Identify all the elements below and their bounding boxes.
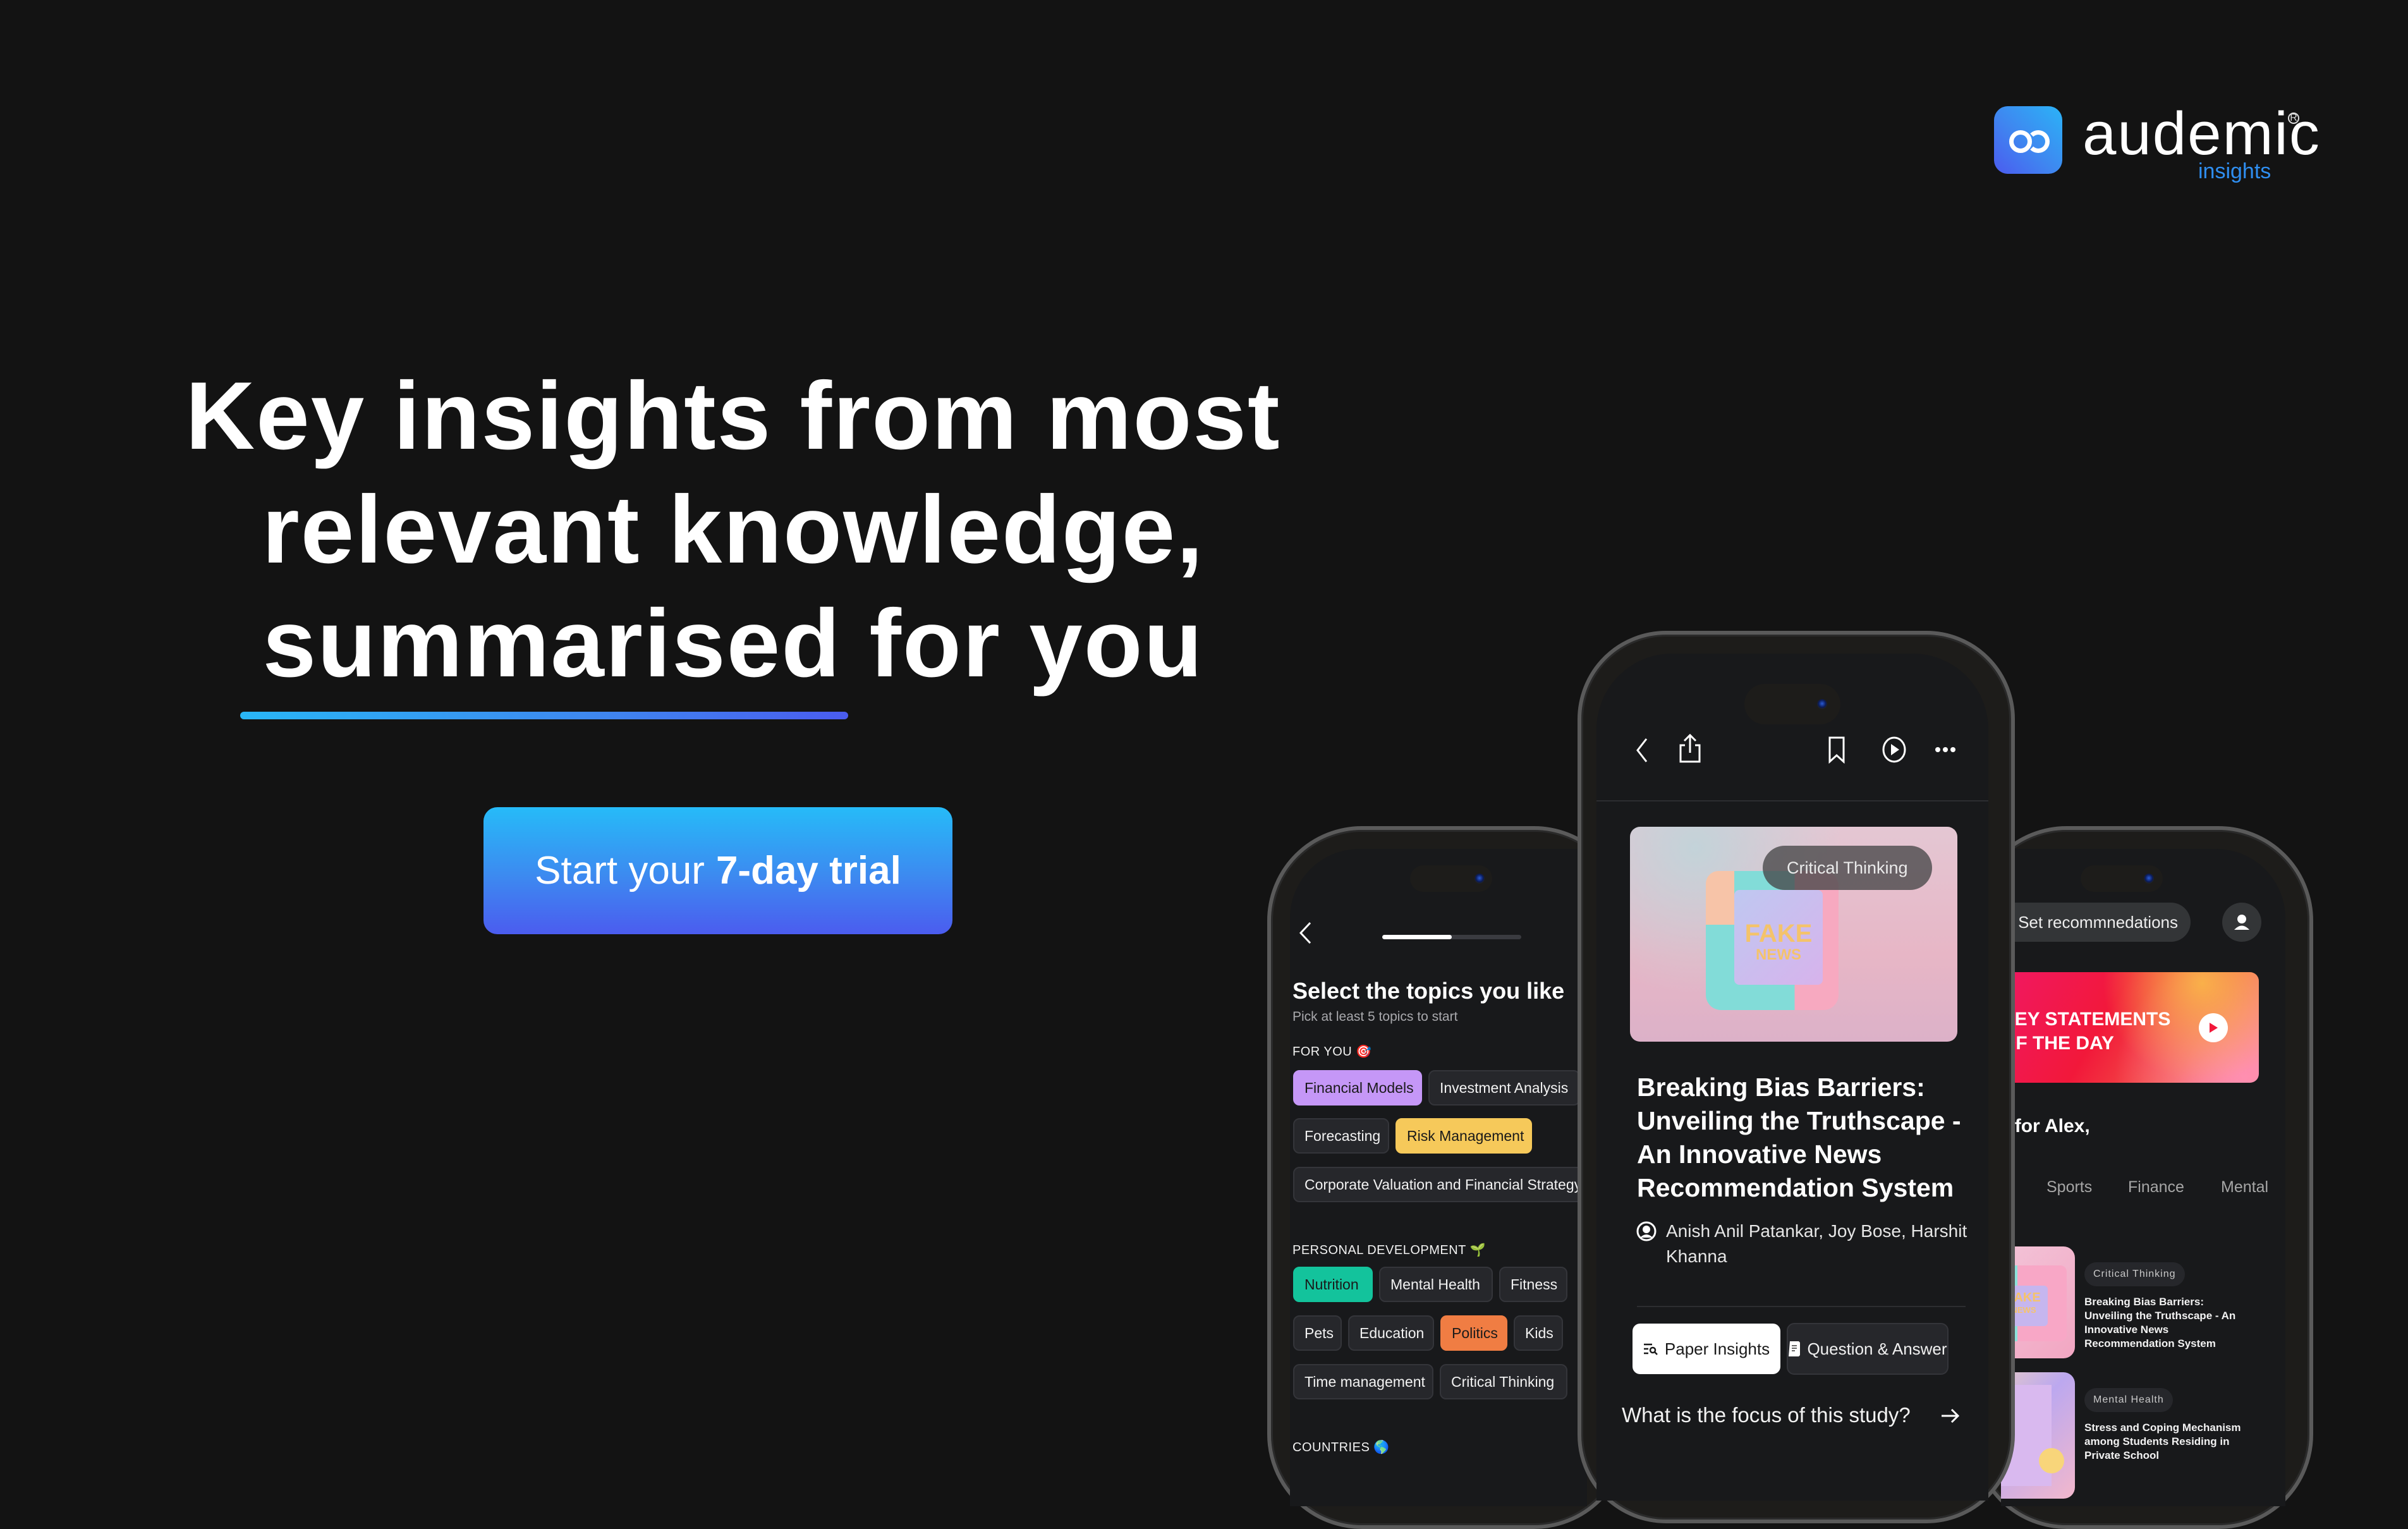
topics-subtitle: Pick at least 5 topics to start	[1292, 1009, 1458, 1024]
headline-underline	[240, 712, 848, 719]
play-icon[interactable]	[1880, 733, 1908, 766]
cover-text: FAKE NEWS	[1744, 920, 1813, 963]
phone-home-mockup: Set recommnedations KEY STATEMENTS OF TH…	[1972, 826, 2313, 1529]
camera-icon	[1475, 874, 1485, 884]
topic-chip-critical-thinking[interactable]: Critical Thinking	[1440, 1364, 1567, 1399]
category-sports[interactable]: Sports	[2046, 1178, 2092, 1197]
paper-screen: FAKE NEWS Critical Thinking Breaking Bia…	[1596, 654, 1988, 1501]
phone-paper-mockup: FAKE NEWS Critical Thinking Breaking Bia…	[1578, 631, 2015, 1523]
cta-prefix: Start your	[535, 849, 705, 892]
category-finance[interactable]: Finance	[2128, 1178, 2184, 1197]
more-icon[interactable]	[1933, 738, 1958, 761]
topics-screen: Select the topics you like Pick at least…	[1290, 849, 1587, 1506]
section-countries: COUNTRIES 🌎	[1292, 1441, 1390, 1454]
feed-tag: Critical Thinking	[2084, 1262, 2185, 1286]
bookmark-icon[interactable]	[1825, 732, 1848, 767]
back-icon[interactable]	[1629, 734, 1655, 766]
headline-line: Key insights from most	[185, 362, 1281, 470]
paper-title: Breaking Bias Barriers: Unveiling the Tr…	[1637, 1073, 1961, 1202]
feed-title[interactable]: Breaking Bias Barriers: Unveiling the Tr…	[2084, 1295, 2255, 1351]
feed-tag: Mental Health	[2084, 1388, 2173, 1412]
banner-title: KEY STATEMENTS OF THE DAY	[2001, 1009, 2171, 1054]
paper-category-tag: Critical Thinking	[1763, 846, 1932, 890]
topic-chip-corporate-valuation[interactable]: Corporate Valuation and Financial Strate…	[1293, 1167, 1587, 1202]
topic-chip-pets[interactable]: Pets	[1293, 1315, 1342, 1351]
category-mental[interactable]: Mental	[2221, 1178, 2268, 1197]
document-icon	[1789, 1341, 1801, 1356]
paper-authors: Anish Anil Patankar, Joy Bose, Harshit K…	[1666, 1221, 1967, 1266]
tab-paper-insights[interactable]: Paper Insights	[1633, 1324, 1780, 1374]
suggested-question[interactable]: What is the focus of this study?	[1622, 1403, 1911, 1427]
audemic-logo-icon[interactable]	[1994, 106, 2062, 174]
topic-chip-forecasting[interactable]: Forecasting	[1293, 1118, 1389, 1154]
registered-mark: R	[2288, 113, 2299, 124]
tab-label: Question & Answer	[1807, 1339, 1947, 1358]
arrow-right-icon[interactable]	[1938, 1403, 1963, 1428]
camera-icon	[2144, 874, 2154, 884]
headline-line: relevant knowledge,	[262, 476, 1205, 583]
phone-topics-mockup: Select the topics you like Pick at least…	[1267, 826, 1629, 1529]
topic-chip-politics[interactable]: Politics	[1440, 1315, 1507, 1351]
section-personal-development: PERSONAL DEVELOPMENT 🌱	[1292, 1243, 1486, 1257]
topic-chip-financial-models[interactable]: Financial Models	[1293, 1070, 1422, 1106]
start-trial-button[interactable]: Start your 7-day trial	[483, 807, 952, 934]
insights-icon	[1643, 1343, 1658, 1355]
share-icon[interactable]	[1676, 729, 1704, 767]
key-statements-banner[interactable]: KEY STATEMENTS OF THE DAY	[2001, 972, 2259, 1083]
section-divider	[1637, 1306, 1966, 1307]
back-icon[interactable]	[1292, 917, 1318, 949]
tab-question-answer[interactable]: Question & Answer	[1787, 1323, 1949, 1375]
profile-icon[interactable]	[2222, 903, 2261, 942]
topic-chip-nutrition[interactable]: Nutrition	[1293, 1267, 1373, 1302]
camera-icon	[1817, 699, 1827, 709]
home-screen: Set recommnedations KEY STATEMENTS OF TH…	[2001, 849, 2285, 1506]
hero-headline: Key insights from most relevant knowledg…	[158, 359, 1308, 700]
play-icon[interactable]	[2199, 1013, 2228, 1042]
author-icon	[1636, 1221, 1657, 1241]
feed-title[interactable]: Stress and Coping Mechanism among Studen…	[2084, 1421, 2268, 1463]
brand-subtitle: insights	[2198, 159, 2271, 183]
topic-chip-kids[interactable]: Kids	[1514, 1315, 1563, 1351]
toolbar-divider	[1596, 800, 1988, 801]
paper-cover-image[interactable]: FAKE NEWS Critical Thinking	[1630, 827, 1957, 1042]
topic-chip-investment-analysis[interactable]: Investment Analysis	[1428, 1070, 1580, 1106]
topic-chip-education[interactable]: Education	[1348, 1315, 1434, 1351]
progress-track	[1382, 935, 1521, 939]
cta-bold: 7-day trial	[715, 849, 901, 892]
topic-chip-mental-health[interactable]: Mental Health	[1379, 1267, 1493, 1302]
set-recommendations-button[interactable]: Set recommnedations	[2001, 903, 2191, 942]
set-recommendations-label: Set recommnedations	[2018, 912, 2178, 932]
progress-fill	[1382, 935, 1452, 939]
headline-line: summarised for you	[262, 590, 1204, 697]
topic-chip-time-management[interactable]: Time management	[1293, 1364, 1433, 1399]
topics-title: Select the topics you like	[1292, 978, 1565, 1004]
tab-label: Paper Insights	[1664, 1339, 1770, 1358]
brand-name: audemic	[2083, 100, 2321, 168]
section-for-you: FOR YOU 🎯	[1292, 1045, 1372, 1059]
topic-chip-risk-management[interactable]: Risk Management	[1396, 1118, 1532, 1154]
topic-chip-fitness[interactable]: Fitness	[1499, 1267, 1567, 1302]
